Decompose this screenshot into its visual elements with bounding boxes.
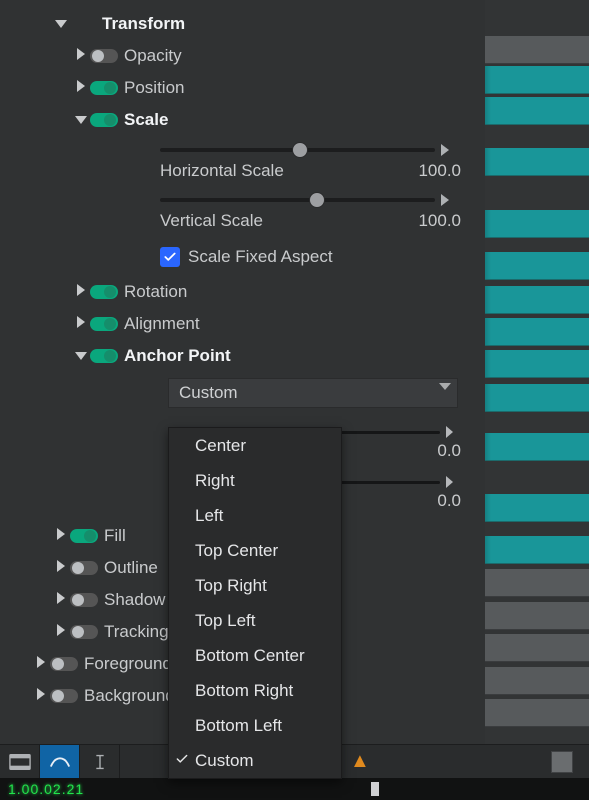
disclosure-right-icon[interactable] xyxy=(34,655,48,673)
label-vertical-scale: Vertical Scale xyxy=(160,211,263,231)
tool-curve-view[interactable] xyxy=(40,745,80,779)
keyframe-cell-opacity[interactable] xyxy=(485,36,589,64)
value-horizontal-scale[interactable]: 100.0 xyxy=(418,161,461,181)
disclosure-right-icon[interactable] xyxy=(54,559,68,577)
dropdown-item-bottom-right[interactable]: Bottom Right xyxy=(169,673,341,708)
keyframe-cell-anchor-y[interactable] xyxy=(485,494,589,522)
keyframe-cell-tracking[interactable] xyxy=(485,634,589,662)
tool-clip-view[interactable] xyxy=(0,745,40,779)
check-icon[interactable] xyxy=(160,247,180,267)
keyframe-cell-shadow[interactable] xyxy=(485,602,589,630)
arrow-right-icon xyxy=(441,194,449,206)
check-icon xyxy=(175,751,189,771)
dropdown-item-center[interactable]: Center xyxy=(169,428,341,463)
dropdown-anchor-options[interactable]: Center Right Left Top Center Top Right T… xyxy=(168,427,342,779)
tool-text-cursor[interactable] xyxy=(80,745,120,779)
toggle-foreground[interactable] xyxy=(50,657,78,671)
label-scale-fixed-aspect: Scale Fixed Aspect xyxy=(188,247,333,267)
dropdown-item-left[interactable]: Left xyxy=(169,498,341,533)
disclosure-right-icon[interactable] xyxy=(74,47,88,65)
disclosure-right-icon[interactable] xyxy=(54,527,68,545)
stop-button[interactable] xyxy=(551,751,573,773)
keyframe-cell-foreground[interactable] xyxy=(485,667,589,695)
toggle-shadow[interactable] xyxy=(70,593,98,607)
toggle-background[interactable] xyxy=(50,689,78,703)
arrow-right-icon xyxy=(446,426,453,438)
arrow-right-icon xyxy=(446,476,453,488)
value-anchor-x[interactable]: 0.0 xyxy=(437,441,461,461)
keyframe-cell-vscale[interactable] xyxy=(485,210,589,238)
keyframe-cell-outline[interactable] xyxy=(485,569,589,597)
toggle-opacity[interactable] xyxy=(90,49,118,63)
keyframe-cell-anchor[interactable] xyxy=(485,350,589,378)
disclosure-right-icon[interactable] xyxy=(34,687,48,705)
disclosure-down-icon[interactable] xyxy=(74,111,88,129)
playhead-indicator[interactable] xyxy=(371,782,379,796)
select-anchor-value: Custom xyxy=(179,383,238,403)
keyframe-cell-scale[interactable] xyxy=(485,97,589,125)
keyframe-cell-fill[interactable] xyxy=(485,536,589,564)
marker-icon: ▲ xyxy=(350,750,370,773)
toggle-scale[interactable] xyxy=(90,113,118,127)
dropdown-item-bottom-center[interactable]: Bottom Center xyxy=(169,638,341,673)
value-vertical-scale[interactable]: 100.0 xyxy=(418,211,461,231)
disclosure-right-icon[interactable] xyxy=(74,283,88,301)
select-anchor-preset[interactable]: Custom xyxy=(0,378,589,408)
timecode-value[interactable]: 1.00.02.21 xyxy=(8,781,84,797)
dropdown-item-right[interactable]: Right xyxy=(169,463,341,498)
toggle-tracking[interactable] xyxy=(70,625,98,639)
toggle-position[interactable] xyxy=(90,81,118,95)
disclosure-down-icon[interactable] xyxy=(74,347,88,365)
timecode-bar: 1.00.02.21 xyxy=(0,778,589,800)
toggle-outline[interactable] xyxy=(70,561,98,575)
keyframe-cell-rotation[interactable] xyxy=(485,286,589,314)
dropdown-item-top-center[interactable]: Top Center xyxy=(169,533,341,568)
value-anchor-y[interactable]: 0.0 xyxy=(437,491,461,511)
keyframe-cell-anchor-x[interactable] xyxy=(485,433,589,461)
disclosure-down-icon[interactable] xyxy=(54,15,68,33)
toggle-rotation[interactable] xyxy=(90,285,118,299)
toggle-alignment[interactable] xyxy=(90,317,118,331)
keyframe-cell-background[interactable] xyxy=(485,699,589,727)
dropdown-item-custom[interactable]: Custom xyxy=(169,743,341,778)
dropdown-item-top-right[interactable]: Top Right xyxy=(169,568,341,603)
label-horizontal-scale: Horizontal Scale xyxy=(160,161,284,181)
keyframe-cell-position[interactable] xyxy=(485,66,589,94)
dropdown-item-bottom-left[interactable]: Bottom Left xyxy=(169,708,341,743)
disclosure-right-icon[interactable] xyxy=(54,623,68,641)
chevron-down-icon xyxy=(439,383,451,390)
keyframe-cell-hscale[interactable] xyxy=(485,148,589,176)
toggle-fill[interactable] xyxy=(70,529,98,543)
disclosure-right-icon[interactable] xyxy=(54,591,68,609)
keyframe-cell-fixed[interactable] xyxy=(485,252,589,280)
dropdown-item-top-left[interactable]: Top Left xyxy=(169,603,341,638)
disclosure-right-icon[interactable] xyxy=(74,315,88,333)
disclosure-right-icon[interactable] xyxy=(74,79,88,97)
arrow-right-icon xyxy=(441,144,449,156)
toggle-anchor[interactable] xyxy=(90,349,118,363)
keyframe-cell-alignment[interactable] xyxy=(485,318,589,346)
